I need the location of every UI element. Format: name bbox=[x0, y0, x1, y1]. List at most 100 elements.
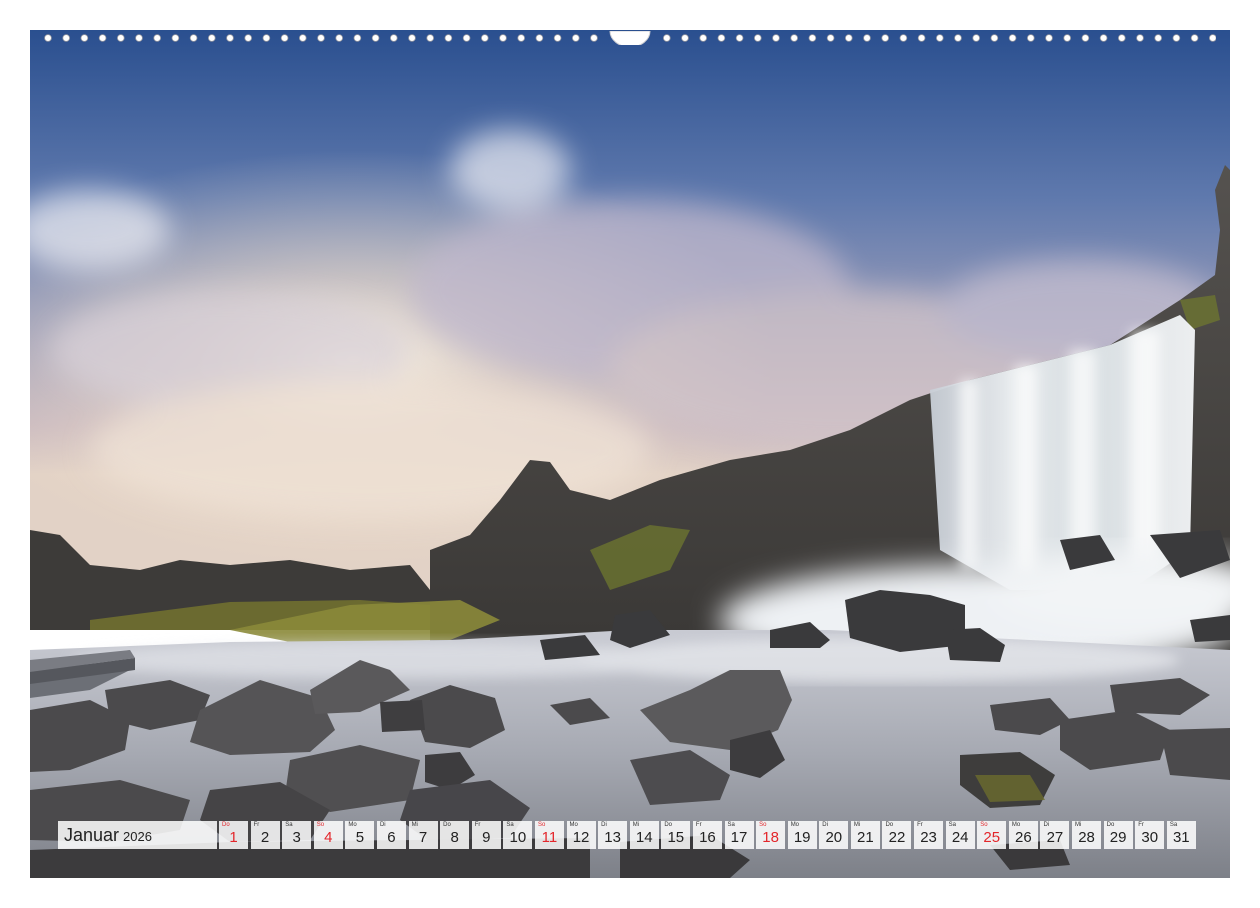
weekday-abbr: Sa bbox=[727, 822, 735, 828]
day-cell: Sa 17 bbox=[724, 821, 754, 849]
year: 2026 bbox=[123, 829, 152, 844]
day-cell: Mo 12 bbox=[566, 821, 596, 849]
day-cell: Fr 23 bbox=[914, 821, 944, 849]
binding-hole bbox=[753, 34, 762, 42]
weekday-abbr: So bbox=[759, 822, 767, 828]
day-cell: Mi 14 bbox=[629, 821, 659, 849]
binding-hole bbox=[1026, 34, 1035, 42]
binding-hole bbox=[553, 34, 562, 42]
day-cell: Sa 10 bbox=[503, 821, 533, 849]
binding-hole bbox=[171, 34, 180, 42]
weekday-abbr: Fr bbox=[917, 822, 923, 828]
day-number: 29 bbox=[1109, 829, 1127, 846]
spiral-binding bbox=[44, 31, 1216, 45]
weekday-abbr: Mi bbox=[853, 822, 861, 828]
binding-hole bbox=[844, 34, 853, 42]
weekday-abbr: Mi bbox=[411, 822, 418, 828]
day-cell: Do 1 bbox=[219, 821, 248, 849]
binding-hole bbox=[972, 34, 980, 42]
binding-hole bbox=[1008, 34, 1017, 42]
binding-hole bbox=[44, 34, 52, 42]
day-number: 14 bbox=[635, 829, 653, 846]
day-number: 12 bbox=[572, 829, 590, 846]
weekday-abbr: Fr bbox=[474, 822, 481, 828]
binding-hole bbox=[571, 34, 580, 42]
day-number: 18 bbox=[762, 829, 779, 846]
day-number: 27 bbox=[1046, 829, 1064, 846]
binding-hole bbox=[317, 34, 325, 42]
day-cell: Fr 30 bbox=[1135, 821, 1165, 849]
binding-hole bbox=[699, 34, 707, 42]
binding-hole bbox=[863, 34, 871, 42]
binding-hole bbox=[480, 34, 489, 42]
binding-hole bbox=[1190, 34, 1199, 42]
binding-hole bbox=[1118, 34, 1126, 42]
binding-hole bbox=[535, 34, 544, 42]
binding-hole bbox=[117, 34, 125, 42]
day-number: 3 bbox=[292, 829, 301, 846]
binding-hole bbox=[371, 34, 380, 42]
binding-hole bbox=[899, 34, 908, 42]
weekday-abbr: So bbox=[316, 822, 325, 828]
day-number: 6 bbox=[387, 829, 396, 846]
binding-hole bbox=[135, 34, 143, 42]
weekday-abbr: Do bbox=[664, 822, 672, 828]
binding-hole bbox=[389, 34, 398, 42]
binding-hole bbox=[1045, 34, 1053, 42]
binding-hole bbox=[990, 34, 999, 42]
month-name: Januar bbox=[64, 824, 120, 845]
weekday-abbr: Sa bbox=[285, 822, 293, 828]
binding-hole bbox=[262, 34, 271, 42]
day-number: 26 bbox=[1015, 829, 1032, 846]
day-number: 9 bbox=[482, 829, 491, 846]
weekday-abbr: Do bbox=[885, 822, 894, 828]
binding-hole bbox=[1172, 34, 1181, 42]
binding-hole bbox=[189, 34, 198, 42]
weekday-abbr: Mi bbox=[1075, 822, 1082, 828]
day-cell: Fr 2 bbox=[250, 821, 280, 849]
day-number: 19 bbox=[793, 829, 811, 846]
day-cell: Di 13 bbox=[598, 821, 628, 849]
binding-hole bbox=[1063, 34, 1071, 42]
weekday-abbr: Di bbox=[379, 822, 386, 828]
weekday-abbr: Mo bbox=[569, 822, 578, 828]
binding-hole bbox=[444, 34, 453, 42]
day-number: 31 bbox=[1172, 829, 1190, 846]
day-number: 11 bbox=[541, 829, 558, 846]
day-cell: Do 15 bbox=[661, 821, 691, 849]
day-cell: Fr 16 bbox=[692, 821, 722, 849]
binding-hole bbox=[681, 34, 689, 42]
day-number: 7 bbox=[418, 829, 428, 846]
day-number: 1 bbox=[229, 829, 238, 846]
binding-hole bbox=[62, 34, 71, 42]
weekday-abbr: Mo bbox=[348, 822, 357, 828]
binding-hole bbox=[462, 34, 471, 42]
weekday-abbr: Mi bbox=[632, 822, 640, 828]
binding-hole bbox=[935, 34, 944, 42]
weekday-abbr: Sa bbox=[506, 822, 514, 828]
hanger-cutout bbox=[609, 31, 651, 45]
weekday-abbr: Fr bbox=[253, 822, 260, 828]
binding-hole bbox=[808, 34, 817, 42]
calendar-strip: Januar 2026 Do 1 Fr 2 Sa 3 So 4 Mo 5 Di 6 Mi 7 Do 8 Fr 9 S… bbox=[58, 821, 1198, 849]
day-cell: Do 8 bbox=[440, 821, 470, 849]
binding-hole bbox=[717, 34, 726, 42]
weekday-abbr: So bbox=[980, 822, 988, 828]
day-number: 24 bbox=[951, 829, 969, 846]
day-number: 5 bbox=[355, 829, 365, 846]
day-cell: Fr 9 bbox=[471, 821, 501, 849]
day-number: 28 bbox=[1078, 829, 1095, 846]
day-cell: Mo 5 bbox=[345, 821, 375, 849]
binding-hole bbox=[208, 34, 216, 42]
weekday-abbr: Do bbox=[222, 822, 230, 828]
day-cell: So 18 bbox=[756, 821, 786, 849]
weekday-abbr: So bbox=[537, 822, 546, 828]
day-cell: Sa 24 bbox=[945, 821, 975, 849]
weekday-abbr: Sa bbox=[1169, 822, 1178, 828]
day-cell: Di 27 bbox=[1040, 821, 1070, 849]
day-cell: So 4 bbox=[313, 821, 343, 849]
binding-hole bbox=[153, 34, 161, 42]
day-cell: Sa 31 bbox=[1166, 821, 1196, 849]
day-number: 23 bbox=[920, 829, 937, 846]
weekday-abbr: Fr bbox=[695, 822, 702, 828]
